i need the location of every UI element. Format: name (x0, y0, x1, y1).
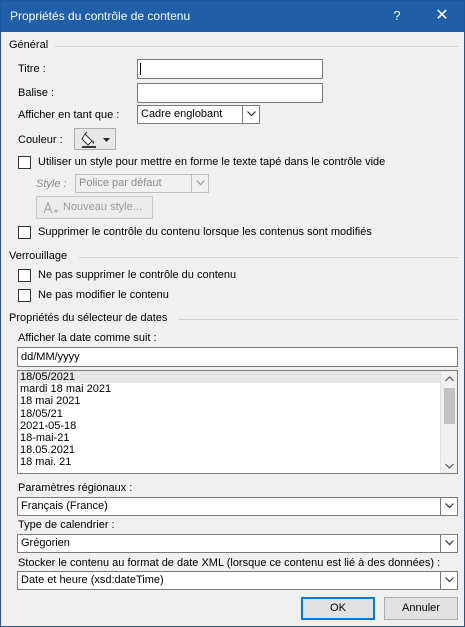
section-date-picker-heading: Propriétés du sélecteur de dates (9, 312, 168, 324)
date-format-list[interactable]: 18/05/2021 mardi 18 mai 2021 18 mai 2021 18… (17, 370, 458, 474)
title-label: Titre : (18, 63, 46, 75)
date-format-option[interactable]: 18/05/21 (18, 408, 457, 420)
locale-value: Français (France) (21, 500, 108, 512)
cancel-label: Annuler (402, 602, 440, 614)
section-locking-heading: Verrouillage (9, 250, 68, 262)
window-title: Propriétés du contrôle de contenu (10, 9, 191, 23)
no-edit-label: Ne pas modifier le contenu (38, 289, 169, 301)
date-format-input[interactable]: dd/MM/yyyy (17, 347, 458, 367)
chevron-down-icon (440, 535, 457, 552)
xml-format-dropdown[interactable]: Date et heure (xsd:dateTime) (17, 571, 458, 590)
triangle-down-icon (103, 138, 110, 142)
xml-format-label: Stocker le contenu au format de date XML… (18, 557, 441, 569)
date-format-option[interactable]: mardi 18 mai 2021 (18, 383, 457, 395)
chevron-down-icon (440, 572, 457, 589)
text-caret (140, 63, 141, 75)
no-edit-checkbox[interactable] (18, 289, 31, 302)
divider (79, 257, 458, 258)
chevron-down-icon (242, 106, 259, 123)
divider (179, 319, 458, 320)
title-input[interactable] (137, 59, 323, 79)
color-label: Couleur : (18, 134, 63, 146)
date-format-option[interactable]: 2021-05-18 (18, 420, 457, 432)
date-format-option[interactable]: 18 mai 2021 (18, 395, 457, 407)
tag-label: Balise : (18, 87, 55, 99)
calendar-type-dropdown[interactable]: Grégorien (17, 534, 458, 553)
use-style-label: Utiliser un style pour mettre en forme l… (38, 156, 386, 168)
date-format-option[interactable]: 18-mai-21 (18, 432, 457, 444)
style-value: Police par défaut (79, 177, 162, 189)
chevron-down-icon (191, 175, 208, 192)
new-style-label: Nouveau style... (63, 201, 142, 213)
content-control-properties-dialog: Propriétés du contrôle de contenu ? ✕ Gé… (0, 0, 465, 627)
locale-dropdown[interactable]: Français (France) (17, 497, 458, 516)
scroll-down-arrow-icon[interactable] (441, 458, 457, 473)
title-bar: Propriétés du contrôle de contenu ? ✕ (1, 1, 464, 32)
section-general-heading: Général (9, 39, 49, 51)
scrollbar-thumb[interactable] (444, 388, 455, 424)
chevron-down-icon (440, 498, 457, 515)
paint-bucket-icon (81, 131, 96, 148)
color-picker-button[interactable] (74, 128, 116, 150)
use-style-checkbox[interactable] (18, 156, 31, 169)
new-style-icon (43, 201, 58, 214)
help-button[interactable]: ? (382, 5, 412, 27)
display-as-label: Afficher en tant que : (18, 109, 120, 121)
tag-input[interactable] (137, 83, 323, 103)
date-format-option[interactable]: 18 mai. 21 (18, 456, 457, 468)
date-format-label: Afficher la date comme suit : (18, 332, 157, 344)
calendar-type-label: Type de calendrier : (18, 519, 115, 531)
ok-button[interactable]: OK (301, 597, 375, 620)
date-format-option[interactable]: 18.05.2021 (18, 444, 457, 456)
locale-label: Paramètres régionaux : (18, 482, 133, 494)
remove-control-checkbox[interactable] (18, 226, 31, 239)
style-dropdown[interactable]: Police par défaut (75, 174, 209, 193)
calendar-type-value: Grégorien (21, 537, 70, 549)
ok-label: OK (330, 602, 346, 614)
cancel-button[interactable]: Annuler (384, 597, 458, 620)
date-format-option[interactable]: 18/05/2021 (18, 371, 457, 384)
no-delete-label: Ne pas supprimer le contrôle du contenu (38, 269, 237, 281)
date-format-value: dd/MM/yyyy (21, 351, 80, 363)
style-label: Style : (36, 178, 67, 190)
scroll-up-arrow-icon[interactable] (441, 371, 457, 386)
remove-control-label: Supprimer le contrôle du contenu lorsque… (38, 226, 372, 238)
display-as-value: Cadre englobant (141, 108, 223, 120)
xml-format-value: Date et heure (xsd:dateTime) (21, 574, 164, 586)
divider (55, 46, 458, 47)
date-format-items: 18/05/2021 mardi 18 mai 2021 18 mai 2021 18… (18, 371, 457, 469)
display-as-dropdown[interactable]: Cadre englobant (137, 105, 260, 124)
no-delete-checkbox[interactable] (18, 269, 31, 282)
close-button[interactable]: ✕ (427, 5, 457, 27)
scrollbar[interactable] (440, 371, 457, 473)
new-style-button[interactable]: Nouveau style... (36, 196, 153, 219)
